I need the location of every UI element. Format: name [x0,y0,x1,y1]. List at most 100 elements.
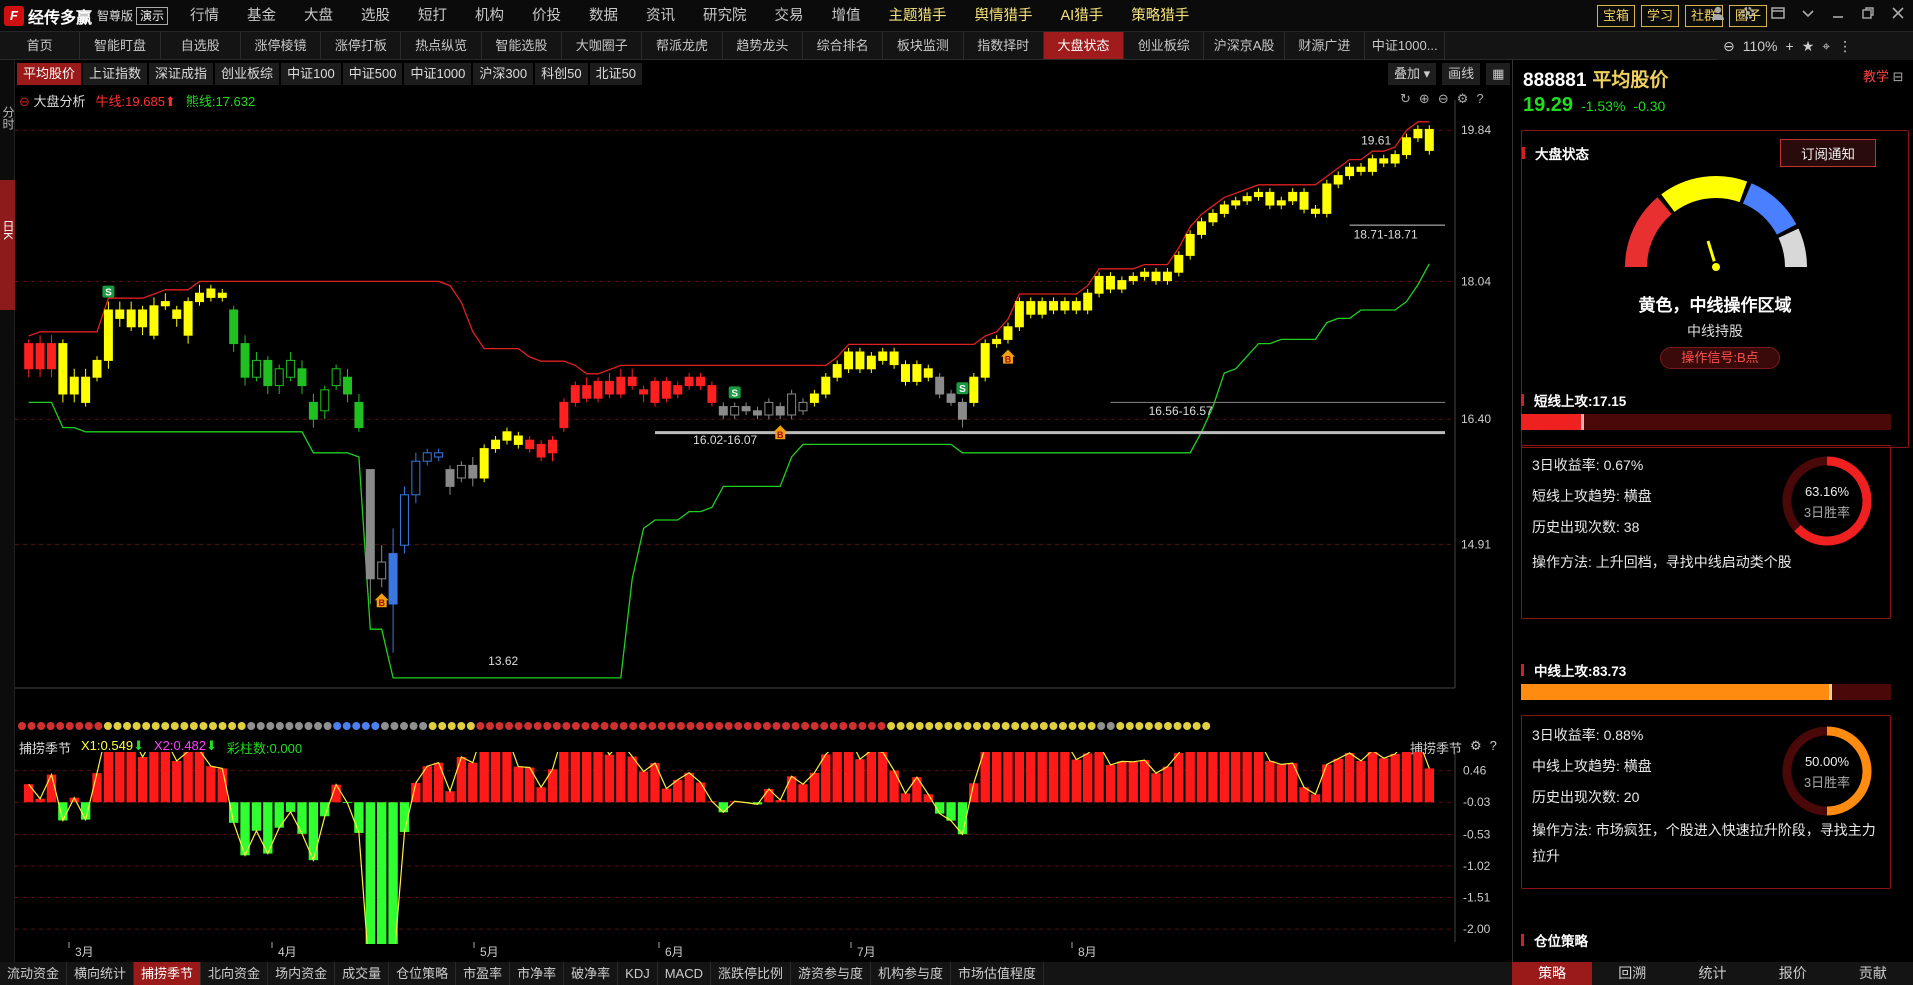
index-tab[interactable]: 科创50 [535,63,588,85]
pin-icon[interactable]: ⌖ [1822,38,1830,55]
teach-link[interactable]: 教学 ⊟ [1863,66,1904,85]
tab-item[interactable]: 指数择时 [964,32,1044,59]
tab-item[interactable]: 创业板综 [1124,32,1205,59]
index-tab[interactable]: 北证50 [589,63,643,85]
user-icon[interactable] [1707,5,1729,27]
tab-item[interactable]: 自选股 [161,32,241,59]
top-nav-item[interactable]: 增值 [818,0,875,32]
top-nav-item[interactable]: 短打 [404,0,461,32]
rail-item-daily[interactable]: 日K [0,180,15,310]
candle [889,347,899,369]
indicator-tab[interactable]: 破净率 [564,962,619,985]
tab-item[interactable]: 综合排名 [803,32,884,59]
indicator-tab[interactable]: 市场估值程度 [951,962,1045,985]
index-tab[interactable]: 中证1000 [404,63,472,85]
strategy-tab[interactable]: 回溯 [1592,962,1672,985]
candlestick-chart[interactable]: 19.84 18.04 16.40 14.91 S B S B S B 19.61 18.71-18.… [15,100,1512,720]
window-icon[interactable] [1767,5,1789,27]
draw-line-button[interactable]: 画线 [1442,63,1481,85]
indicator-tab[interactable]: 机构参与度 [871,962,952,985]
oscillator-chart[interactable]: 0.46 -0.03 -0.53 -1.02 -1.51 -2.00 [15,752,1512,944]
tab-item[interactable]: 大咖圈子 [562,32,643,59]
top-nav-item[interactable]: 舆情猎手 [961,0,1047,32]
subscribe-button[interactable]: 订阅通知 [1780,139,1876,167]
overlay-button[interactable]: 叠加 ▾ [1388,63,1437,85]
indicator-tab[interactable]: 涨跌停比例 [711,962,792,985]
buy-signal-icon[interactable]: B [773,425,788,440]
tab-item[interactable]: 热点纵览 [401,32,482,59]
chevron-down-icon[interactable] [1797,5,1819,27]
top-nav-item[interactable]: 主题猎手 [875,0,961,32]
minimize-icon[interactable] [1827,5,1849,27]
indicator-tab[interactable]: 北向资金 [201,962,269,985]
grid-icon[interactable]: ▦ [1486,63,1511,85]
indicator-tab[interactable]: 游资参与度 [791,962,872,985]
strategy-tab[interactable]: 策略 [1512,962,1593,985]
indicator-tab[interactable]: 市净率 [510,962,565,985]
index-tab[interactable]: 沪深300 [473,63,534,85]
status-dot [1068,722,1077,730]
tab-item[interactable]: 趋势龙头 [723,32,803,59]
index-tab[interactable]: 中证500 [342,63,403,85]
indicator-tab[interactable]: 捕捞季节 [134,962,202,985]
zoom-level: 110% [1742,38,1778,54]
top-nav-item[interactable]: 策略猎手 [1117,0,1203,32]
indicator-tab[interactable]: 仓位策略 [389,962,457,985]
tab-item[interactable]: 沪深京A股 [1204,32,1285,59]
short-win-rate-ring [1782,456,1872,546]
sell-signal-icon[interactable]: S [728,386,741,399]
rail-item-intraday[interactable]: 分时 [0,100,15,150]
tab-item[interactable]: 帮派龙虎 [642,32,723,59]
indicator-tab[interactable]: 流动资金 [0,962,68,985]
top-nav-item[interactable]: 选股 [347,0,404,32]
index-tab[interactable]: 深证成指 [149,63,214,85]
top-button[interactable]: 学习 [1640,5,1679,27]
zoom-in-icon[interactable]: + [1786,38,1794,54]
top-button[interactable]: 宝箱 [1596,5,1635,27]
index-tab[interactable]: 创业板综 [215,63,280,85]
top-nav-item[interactable]: AI猎手 [1047,0,1118,32]
top-nav-item[interactable]: 交易 [761,0,818,32]
tab-item[interactable]: 智能选股 [482,32,563,59]
strategy-tab[interactable]: 报价 [1753,962,1833,985]
strategy-tab[interactable]: 统计 [1672,962,1752,985]
zoom-out-icon[interactable]: ⊖ [1723,38,1735,55]
top-nav-item[interactable]: 大盘 [290,0,347,32]
sell-signal-icon[interactable]: S [956,382,969,395]
index-tab[interactable]: 中证100 [281,63,341,85]
indicator-tab[interactable]: 成交量 [335,962,390,985]
top-nav-item[interactable]: 机构 [461,0,518,32]
tab-item[interactable]: 财源广进 [1285,32,1366,59]
buy-signal-icon[interactable]: B [1000,349,1015,365]
top-nav-item[interactable]: 数据 [575,0,632,32]
tab-item[interactable]: 中证1000... [1365,32,1446,59]
indicator-tab[interactable]: 场内资金 [268,962,336,985]
tab-item[interactable]: 涨停打板 [321,32,402,59]
top-nav-item[interactable]: 研究院 [689,0,761,32]
top-nav-item[interactable]: 资讯 [632,0,689,32]
index-tab[interactable]: 平均股价 [17,63,82,85]
buy-signal-icon[interactable]: B [374,593,389,608]
tab-item[interactable]: 板块监测 [883,32,964,59]
tab-item[interactable]: 涨停棱镜 [241,32,322,59]
top-nav-item[interactable]: 基金 [233,0,290,32]
tab-item[interactable]: 大盘状态 [1043,32,1125,59]
demo-badge[interactable]: 演示 [136,6,169,25]
star-icon[interactable]: ★ [1802,38,1815,55]
indicator-tab[interactable]: MACD [658,962,711,985]
gear-icon[interactable] [1737,5,1759,27]
indicator-tab[interactable]: KDJ [618,962,658,985]
more-icon[interactable]: ⋮ [1838,38,1852,55]
top-nav-item[interactable]: 行情 [176,0,233,32]
restore-icon[interactable] [1857,5,1879,27]
indicator-tab[interactable]: 市盈率 [456,962,511,985]
index-tab[interactable]: 上证指数 [83,63,148,85]
strategy-tab[interactable]: 贡献 [1833,962,1913,985]
tab-item[interactable]: 首页 [0,32,81,59]
tab-item[interactable]: 智能盯盘 [80,32,161,59]
sell-signal-icon[interactable]: S [102,285,115,299]
close-icon[interactable] [1887,5,1909,27]
indicator-tab[interactable]: 横向统计 [67,962,135,985]
top-nav-item[interactable]: 价投 [518,0,575,32]
oscillator-bar [855,759,865,803]
